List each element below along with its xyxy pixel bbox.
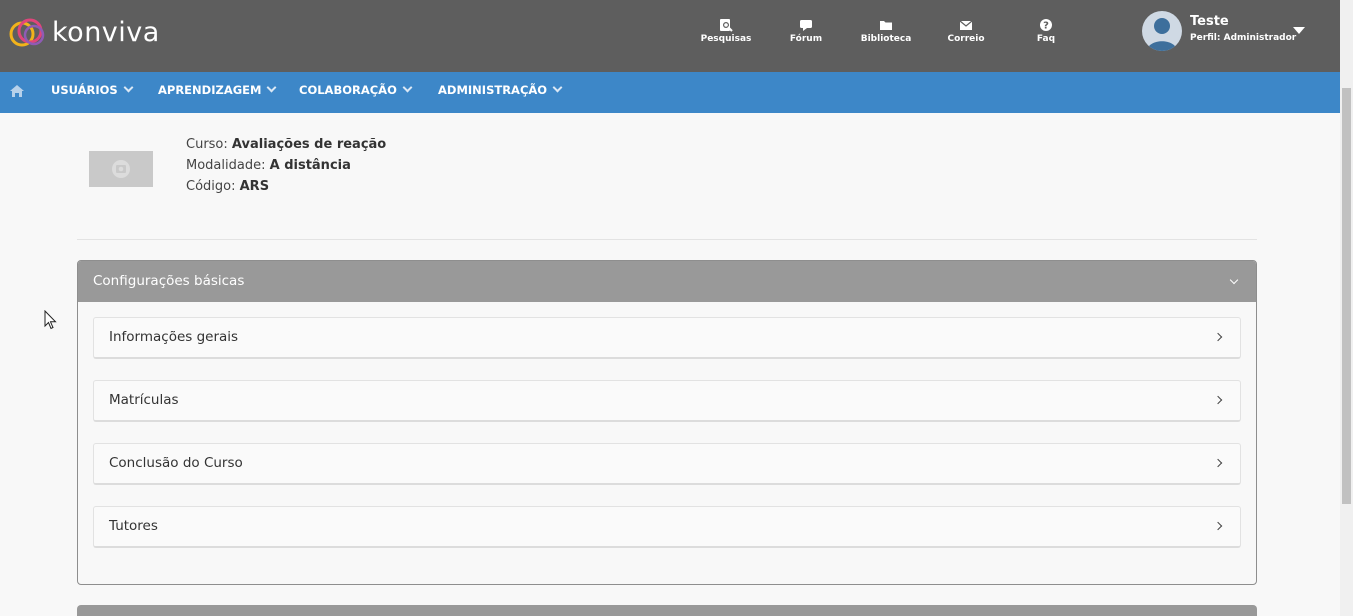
course-code-line: Código: ARS <box>186 176 386 197</box>
menu-label: COLABORAÇÃO <box>299 83 397 97</box>
menu-colaboracao[interactable]: COLABORAÇÃO <box>299 72 413 113</box>
topnav-faq[interactable]: ? Faq <box>1011 18 1081 44</box>
codigo-label: Código: <box>186 179 236 194</box>
menu-aprendizagem[interactable]: APRENDIZAGEM <box>158 72 277 113</box>
topnav-correio[interactable]: Correio <box>931 18 1001 44</box>
user-silhouette-icon <box>1147 18 1177 51</box>
chevron-right-icon <box>1213 458 1223 468</box>
course-code: ARS <box>239 179 270 194</box>
row-label: Tutores <box>109 518 158 534</box>
topnav-biblioteca[interactable]: Biblioteca <box>851 18 921 44</box>
row-label: Matrículas <box>109 392 179 408</box>
page-scrollbar[interactable] <box>1340 0 1353 616</box>
chevron-down-icon <box>1229 275 1239 285</box>
chevron-right-icon <box>1213 521 1223 531</box>
topnav-label: Pesquisas <box>700 34 752 44</box>
menu-label: APRENDIZAGEM <box>158 83 262 97</box>
image-placeholder-icon <box>112 160 130 178</box>
course-mode-line: Modalidade: A distância <box>186 155 386 176</box>
chevron-right-icon <box>1213 395 1223 405</box>
scroll-thumb[interactable] <box>1342 88 1351 504</box>
menu-label: USUÁRIOS <box>51 83 118 97</box>
divider <box>77 239 1257 240</box>
user-name: Teste <box>1190 14 1229 29</box>
menu-label: ADMINISTRAÇÃO <box>438 83 548 97</box>
row-label: Informações gerais <box>109 329 239 345</box>
next-panel-header[interactable] <box>77 605 1257 616</box>
row-matriculas[interactable]: Matrículas <box>93 380 1241 422</box>
survey-icon <box>720 19 733 32</box>
course-name: Avaliações de reação <box>231 137 387 152</box>
logo-rings-icon <box>9 18 45 47</box>
top-header: konviva Pesquisas Fórum Biblioteca Corre… <box>0 0 1340 72</box>
avatar <box>1142 11 1182 51</box>
topnav-label: Faq <box>1036 34 1056 44</box>
course-thumbnail <box>89 151 153 187</box>
envelope-icon <box>959 20 973 30</box>
mouse-pointer-icon <box>44 310 57 330</box>
svg-text:?: ? <box>1043 21 1049 32</box>
row-conclusao-do-curso[interactable]: Conclusão do Curso <box>93 443 1241 485</box>
topnav-label: Biblioteca <box>860 34 912 44</box>
chevron-right-icon <box>1213 332 1223 342</box>
chevron-down-icon <box>267 82 277 93</box>
chevron-down-icon <box>123 82 134 93</box>
row-label: Conclusão do Curso <box>109 455 243 471</box>
topnav-pesquisas[interactable]: Pesquisas <box>691 18 761 44</box>
folder-icon <box>880 21 892 30</box>
konviva-logo[interactable]: konviva <box>8 14 160 50</box>
main-menu: USUÁRIOS APRENDIZAGEM COLABORAÇÃO ADMINI… <box>0 72 1340 113</box>
topnav-label: Fórum <box>789 34 823 44</box>
chevron-down-icon <box>402 82 413 93</box>
panel-title: Configurações básicas <box>93 273 245 289</box>
row-informacoes-gerais[interactable]: Informações gerais <box>93 317 1241 359</box>
row-tutores[interactable]: Tutores <box>93 506 1241 548</box>
course-mode: A distância <box>269 158 351 173</box>
panel-header[interactable]: Configurações básicas <box>78 261 1256 302</box>
user-role: Perfil: Administrador <box>1190 33 1297 43</box>
question-icon: ? <box>1040 19 1052 32</box>
basic-settings-panel: Configurações básicas Informações gerais… <box>77 260 1257 585</box>
menu-administracao[interactable]: ADMINISTRAÇÃO <box>438 72 563 113</box>
caret-down-icon[interactable] <box>1293 27 1305 34</box>
course-name-line: Curso: Avaliações de reação <box>186 134 386 155</box>
curso-label: Curso: <box>186 137 228 152</box>
chat-bubble-icon <box>800 20 812 31</box>
logo-text: konviva <box>52 16 160 48</box>
course-info: Curso: Avaliações de reação Modalidade: … <box>186 134 386 197</box>
topnav-label: Correio <box>947 34 985 44</box>
home-icon[interactable] <box>9 84 25 98</box>
topnav-forum[interactable]: Fórum <box>771 18 841 44</box>
menu-usuarios[interactable]: USUÁRIOS <box>51 72 134 113</box>
chevron-down-icon <box>552 82 563 93</box>
modalidade-label: Modalidade: <box>186 158 266 173</box>
